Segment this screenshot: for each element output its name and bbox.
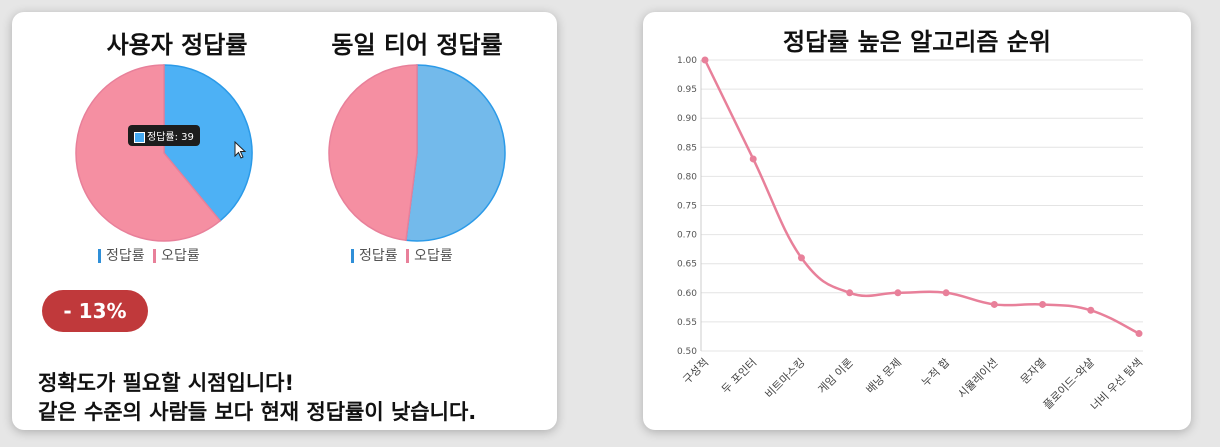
user-pie-legend: 정답률 오답률: [98, 245, 204, 265]
y-tick-label: 0.70: [677, 231, 697, 241]
data-point[interactable]: [1039, 300, 1047, 308]
x-tick-label: 시뮬레이션: [955, 356, 1000, 401]
x-tick-label: 누적 합: [919, 356, 952, 389]
x-tick-label: 비트마스킹: [763, 356, 808, 401]
user-accuracy-card: 사용자 정답률 동일 티어 정답률 정답률: 39 정답률 오답률 정답률 오답…: [12, 12, 557, 430]
y-tick-label: 1.00: [677, 56, 697, 66]
pie-tooltip: 정답률: 39: [128, 125, 200, 146]
y-tick-label: 0.90: [677, 114, 697, 124]
y-tick-label: 0.60: [677, 289, 697, 299]
x-tick-label: 너비 우선 탐색: [1088, 356, 1145, 413]
y-tick-label: 0.65: [677, 260, 697, 270]
x-tick-label: 게임 이론: [815, 356, 855, 396]
legend-label-wrong[interactable]: 오답률: [161, 248, 200, 264]
user-pie-chart[interactable]: [72, 61, 256, 245]
pie-slice-wrong[interactable]: [328, 64, 418, 242]
data-point[interactable]: [1087, 306, 1095, 314]
data-point[interactable]: [846, 289, 854, 297]
legend-label-correct[interactable]: 정답률: [359, 248, 398, 264]
accuracy-diff-badge: - 13%: [42, 290, 148, 332]
user-pie-title: 사용자 정답률: [106, 31, 248, 59]
tooltip-text: 정답률: 39: [147, 132, 194, 143]
legend-label-wrong[interactable]: 오답률: [414, 248, 453, 264]
x-tick-label: 배낭 문제: [864, 356, 904, 396]
data-point[interactable]: [797, 254, 805, 262]
data-point[interactable]: [749, 155, 757, 163]
legend-swatch-correct: [98, 249, 101, 263]
data-point[interactable]: [990, 300, 998, 308]
legend-label-correct[interactable]: 정답률: [106, 248, 145, 264]
message-line-1: 정확도가 필요할 시점입니다!: [38, 371, 295, 395]
mouse-cursor-icon: [234, 141, 247, 159]
tier-pie-chart[interactable]: [325, 61, 509, 245]
legend-swatch-wrong: [406, 249, 410, 263]
tier-pie-title: 동일 티어 정답률: [331, 31, 503, 59]
data-point[interactable]: [701, 56, 709, 64]
pie-slice-correct[interactable]: [405, 64, 506, 242]
legend-swatch-correct: [351, 249, 354, 263]
y-tick-label: 0.50: [677, 347, 697, 357]
data-point[interactable]: [942, 289, 950, 297]
tier-pie-legend: 정답률 오답률: [351, 245, 457, 265]
tooltip-swatch: [134, 131, 145, 143]
x-tick-label: 구성적: [680, 356, 711, 387]
x-tick-label: 두 포인터: [719, 356, 759, 396]
data-point[interactable]: [894, 289, 902, 297]
legend-swatch-wrong: [153, 249, 157, 263]
x-tick-label: 문자열: [1018, 356, 1049, 387]
y-tick-label: 0.55: [677, 318, 697, 328]
data-point[interactable]: [1135, 330, 1143, 338]
y-tick-label: 0.75: [677, 202, 697, 212]
y-tick-label: 0.85: [677, 143, 697, 153]
algorithm-ranking-card: 정답률 높은 알고리즘 순위 1.00 0.95 0.90 0.85 0.80 0.75 0…: [643, 12, 1191, 430]
algorithm-line-chart[interactable]: 1.00 0.95 0.90 0.85 0.80 0.75 0.70 0.65 0.60 0.55…: [643, 12, 1191, 430]
message-line-2: 같은 수준의 사람들 보다 현재 정답률이 낮습니다.: [38, 400, 477, 424]
y-tick-label: 0.95: [677, 85, 697, 95]
y-tick-label: 0.80: [677, 172, 697, 182]
